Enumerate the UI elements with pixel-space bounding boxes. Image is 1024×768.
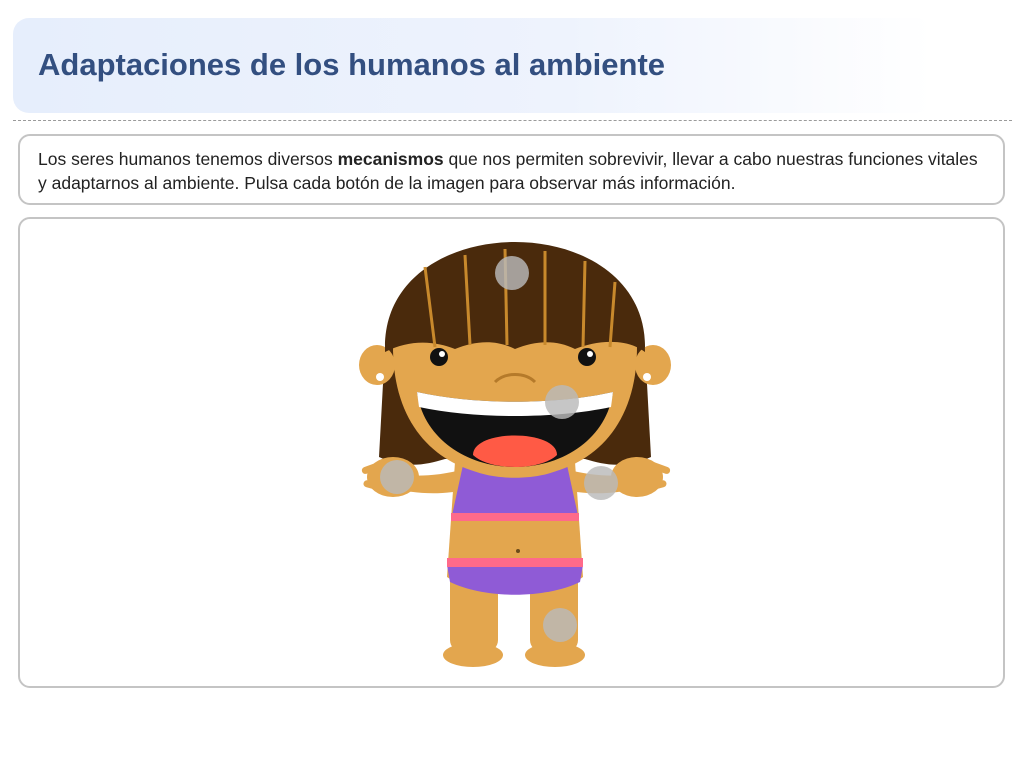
dashed-divider: [13, 120, 1012, 121]
hotspot-leg[interactable]: [543, 608, 577, 642]
hotspot-left-hand[interactable]: [380, 460, 414, 494]
girl-illustration: [359, 242, 671, 667]
instructions-text-start: Los seres humanos tenemos diversos: [38, 149, 338, 169]
hotspot-head[interactable]: [495, 256, 529, 290]
instructions-box: Los seres humanos tenemos diversos mecan…: [18, 134, 1005, 205]
page-title: Adaptaciones de los humanos al ambiente: [38, 47, 666, 82]
instructions-text-bold: mecanismos: [337, 149, 444, 169]
hotspot-mouth[interactable]: [545, 385, 579, 419]
hotspot-right-hand[interactable]: [584, 466, 618, 500]
